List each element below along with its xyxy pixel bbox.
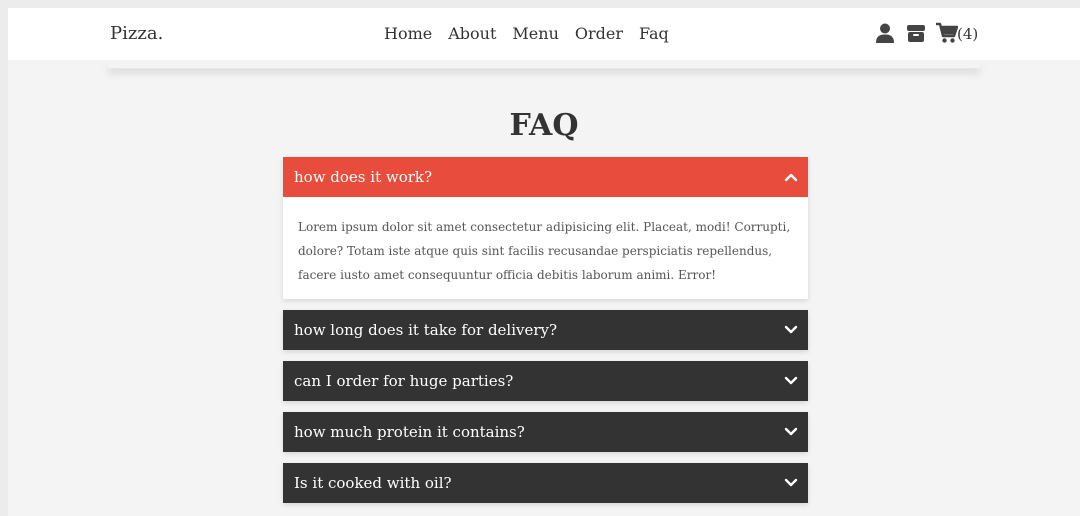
faq-answer: Lorem ipsum dolor sit amet consectetur a…: [283, 197, 808, 299]
nav-menu[interactable]: Menu: [512, 24, 558, 43]
user-icon[interactable]: [874, 22, 896, 44]
faq-question-button[interactable]: can I order for huge parties?: [283, 361, 808, 401]
box-icon[interactable]: [905, 22, 927, 44]
faq-question: can I order for huge parties?: [294, 372, 514, 390]
faq-accordion: how does it work? Lorem ipsum dolor sit …: [283, 157, 808, 514]
chevron-down-icon: [784, 427, 798, 436]
nav-faq[interactable]: Faq: [639, 24, 669, 43]
header-icons: (4): [874, 22, 978, 44]
page-title: FAQ: [509, 108, 579, 143]
chevron-down-icon: [784, 325, 798, 334]
faq-question-button[interactable]: how much protein it contains?: [283, 412, 808, 452]
faq-item: can I order for huge parties?: [283, 361, 808, 401]
faq-item: how does it work? Lorem ipsum dolor sit …: [283, 157, 808, 299]
faq-item: Is it cooked with oil?: [283, 463, 808, 503]
faq-item: how long does it take for delivery?: [283, 310, 808, 350]
cart-count: (4): [957, 25, 979, 43]
chevron-down-icon: [784, 478, 798, 487]
nav-about[interactable]: About: [448, 24, 496, 43]
chevron-up-icon: [784, 173, 798, 182]
logo[interactable]: Pizza.: [110, 23, 163, 44]
nav-order[interactable]: Order: [575, 24, 623, 43]
faq-question-button[interactable]: how long does it take for delivery?: [283, 310, 808, 350]
cart-icon[interactable]: [936, 22, 958, 44]
faq-item: how much protein it contains?: [283, 412, 808, 452]
faq-question: how much protein it contains?: [294, 423, 525, 441]
main-nav: Home About Menu Order Faq: [384, 24, 685, 43]
header-shadow: [108, 60, 980, 68]
site-header: Pizza. Home About Menu Order Faq (4): [8, 8, 1080, 60]
faq-question-button[interactable]: Is it cooked with oil?: [283, 463, 808, 503]
chevron-down-icon: [784, 376, 798, 385]
nav-home[interactable]: Home: [384, 24, 432, 43]
faq-question: how long does it take for delivery?: [294, 321, 558, 339]
faq-question: Is it cooked with oil?: [294, 474, 452, 492]
faq-question-button[interactable]: how does it work?: [283, 157, 808, 197]
faq-question: how does it work?: [294, 168, 433, 186]
page: Pizza. Home About Menu Order Faq (4) FAQ…: [0, 0, 1080, 516]
